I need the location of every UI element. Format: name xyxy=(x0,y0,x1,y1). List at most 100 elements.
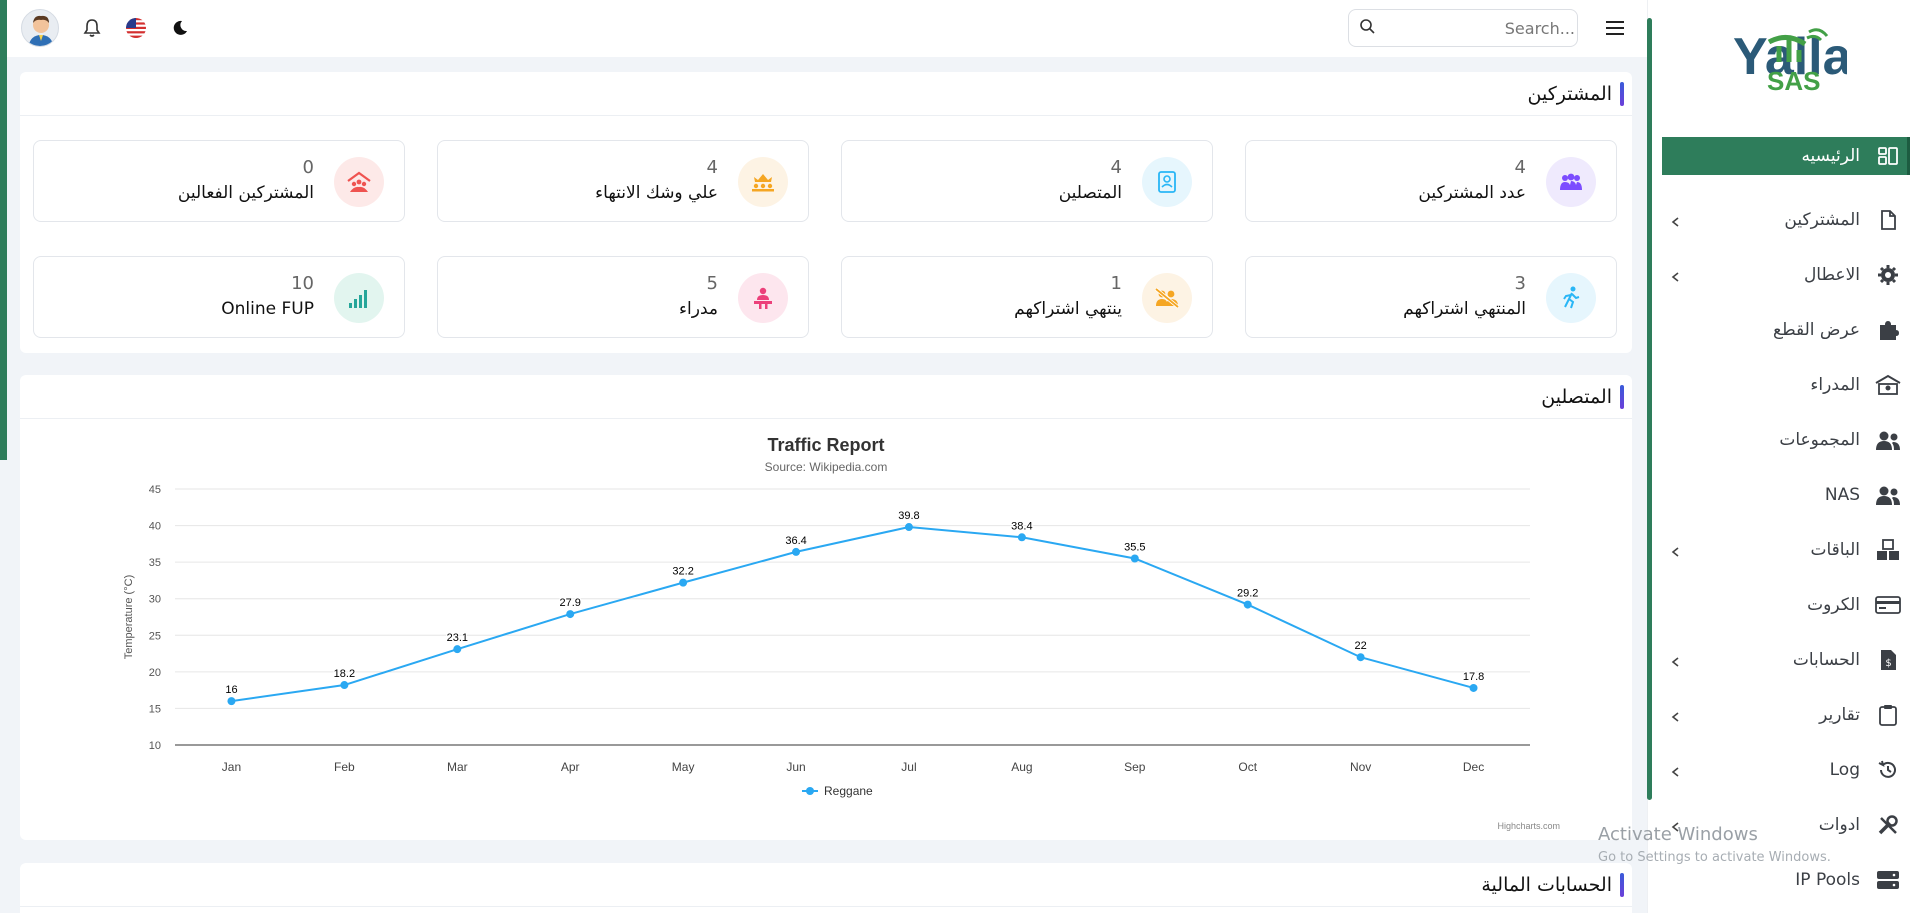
chart-title: Traffic Report xyxy=(767,435,884,455)
chevron-left-icon xyxy=(1670,213,1684,227)
house-users-icon xyxy=(334,157,384,207)
card-header: المتصلين xyxy=(20,375,1632,419)
x-tick-label: Oct xyxy=(1238,760,1257,774)
stat-card[interactable]: 0 المشتركين الفعالين xyxy=(33,140,405,222)
app-logo[interactable]: Yalla SAS xyxy=(1727,22,1853,98)
y-axis-label: Temperature (°C) xyxy=(123,575,135,659)
y-tick-label: 10 xyxy=(149,740,161,752)
title-accent xyxy=(1620,81,1624,106)
chart-credits: Highcharts.com xyxy=(1497,821,1560,831)
data-label: 36.4 xyxy=(785,535,806,547)
sidebar-item[interactable]: المشتركين xyxy=(1662,192,1910,247)
sidebar-item[interactable]: الكروت xyxy=(1662,577,1910,632)
sidebar-item[interactable]: الباقات xyxy=(1662,522,1910,577)
data-label: 29.2 xyxy=(1237,588,1258,600)
sidebar-item[interactable]: المجموعات xyxy=(1662,412,1910,467)
data-point xyxy=(453,645,462,654)
us-flag-icon[interactable] xyxy=(125,17,147,39)
stat-card[interactable]: 3 المنتهي اشتراكهم xyxy=(1245,256,1617,338)
puzzle-icon xyxy=(1874,316,1902,344)
stat-value: 3 xyxy=(1514,273,1526,294)
x-tick-label: Nov xyxy=(1350,760,1371,774)
stat-value: 5 xyxy=(706,273,718,294)
avatar[interactable] xyxy=(21,9,59,47)
data-label: 38.4 xyxy=(1011,520,1032,532)
windows-watermark: Activate Windows xyxy=(1598,824,1758,845)
stat-value: 4 xyxy=(706,157,718,178)
sidebar-item[interactable]: الاعطال xyxy=(1662,247,1910,302)
financial-card: الحسابات المالية xyxy=(20,863,1632,913)
search-input[interactable] xyxy=(1375,18,1575,38)
dashboard-icon xyxy=(1874,142,1902,170)
stat-card[interactable]: 10 Online FUP xyxy=(33,256,405,338)
stat-card[interactable]: 5 مدراء xyxy=(437,256,809,338)
x-tick-label: Apr xyxy=(561,760,580,774)
stat-card[interactable]: 4 علي وشك الانتهاء xyxy=(437,140,809,222)
data-point xyxy=(1017,533,1026,542)
sidebar-item[interactable]: NAS xyxy=(1662,467,1910,522)
section-title: المشتركين xyxy=(1527,82,1612,105)
sidebar-scrollbar[interactable] xyxy=(1647,18,1652,800)
data-label: 23.1 xyxy=(447,632,468,644)
credit-card-icon xyxy=(1874,591,1902,619)
stat-card[interactable]: 4 المتصلين xyxy=(841,140,1213,222)
sidebar-item-label: المجموعات xyxy=(1779,429,1860,450)
search-icon[interactable] xyxy=(1359,18,1375,38)
data-label: 16 xyxy=(225,684,237,696)
stat-card[interactable]: 4 عدد المشتركين xyxy=(1245,140,1617,222)
top-bar xyxy=(7,0,1647,57)
bell-icon[interactable] xyxy=(81,17,103,39)
stat-label: ينتهي اشتراكهم xyxy=(1014,299,1122,319)
data-point xyxy=(1469,683,1478,692)
clipboard-icon xyxy=(1874,701,1902,729)
sidebar-item-label: عرض القطع xyxy=(1773,319,1860,340)
traffic-chart: Traffic Report Source: Wikipedia.com 10 15 2… xyxy=(20,419,1632,839)
stat-label: المشتركين الفعالين xyxy=(177,183,314,203)
sidebar-item[interactable]: الحسابات $ xyxy=(1662,632,1910,687)
moon-icon[interactable] xyxy=(169,17,191,39)
tools-icon xyxy=(1874,811,1902,839)
sidebar-item[interactable]: الرئيسيه xyxy=(1662,137,1910,175)
stat-value: 10 xyxy=(291,273,314,294)
sidebar-item-label: المشتركين xyxy=(1784,209,1860,230)
sidebar-item[interactable]: Log xyxy=(1662,742,1910,797)
sidebar-item-label: NAS xyxy=(1824,484,1860,505)
data-point xyxy=(227,697,236,706)
sidebar-item[interactable]: المدراء xyxy=(1662,357,1910,412)
sidebar-item-label: IP Pools xyxy=(1795,869,1860,890)
legend-marker xyxy=(806,787,814,795)
data-point xyxy=(1243,600,1252,609)
windows-watermark-sub: Go to Settings to activate Windows. xyxy=(1598,850,1831,865)
contact-book-icon xyxy=(1142,157,1192,207)
sidebar-menu: الرئيسيه المشتركين الاعطال عرض القطع المدراء… xyxy=(1662,137,1910,907)
x-tick-label: Jan xyxy=(222,760,241,774)
stat-value: 4 xyxy=(1110,157,1122,178)
invoice-icon: $ xyxy=(1874,646,1902,674)
sidebar-item[interactable]: عرض القطع xyxy=(1662,302,1910,357)
stat-label: علي وشك الانتهاء xyxy=(595,183,718,203)
y-tick-label: 25 xyxy=(149,630,161,642)
walking-icon xyxy=(1546,273,1596,323)
users-icon xyxy=(1874,481,1902,509)
data-point xyxy=(1130,554,1139,563)
sidebar-item-label: الاعطال xyxy=(1803,264,1860,285)
sidebar-item-label: الحسابات xyxy=(1792,649,1860,670)
x-tick-label: Aug xyxy=(1011,760,1032,774)
stat-card[interactable]: 1 ينتهي اشتراكهم xyxy=(841,256,1213,338)
data-point xyxy=(1356,653,1365,662)
title-accent xyxy=(1620,384,1624,409)
data-label: 39.8 xyxy=(898,510,919,522)
sidebar-item-label: تقارير xyxy=(1819,704,1860,725)
hamburger-icon[interactable] xyxy=(1603,16,1627,40)
y-tick-label: 30 xyxy=(149,594,161,606)
chevron-left-icon xyxy=(1670,708,1684,722)
manager-desk-icon xyxy=(738,273,788,323)
y-tick-label: 15 xyxy=(149,703,161,715)
sidebar-item-label: الرئيسيه xyxy=(1801,146,1860,166)
users-icon xyxy=(1874,426,1902,454)
data-point xyxy=(792,547,801,556)
page-edge-accent xyxy=(0,0,7,460)
users-group-icon xyxy=(1546,157,1596,207)
sidebar-item[interactable]: تقارير xyxy=(1662,687,1910,742)
sidebar-item-label: المدراء xyxy=(1810,374,1860,395)
